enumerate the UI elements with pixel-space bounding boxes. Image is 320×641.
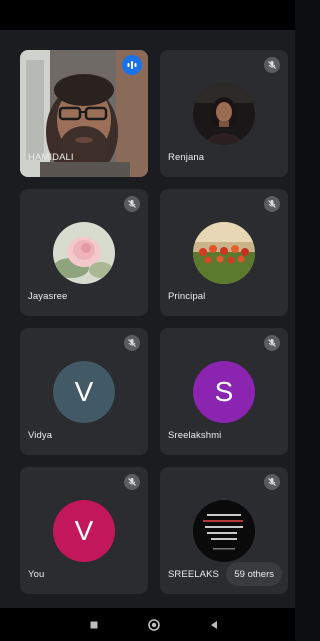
circle-icon[interactable] [145,616,163,634]
mic-off-icon [264,335,280,351]
participant-tile-hamidali[interactable]: HAMIDALI [20,50,148,177]
participant-name: Vidya [28,430,53,441]
mic-off-icon [124,335,140,351]
participant-name: Sreelakshmi [168,430,222,441]
participant-grid: HAMIDALI Renjana Jayasree Principal V Vi… [20,50,288,596]
status-bar [0,0,295,30]
avatar-letter: V [53,361,115,423]
triangle-back-icon[interactable] [205,616,223,634]
participant-name: HAMIDALI [28,152,74,163]
participant-tile-vidya[interactable]: V Vidya [20,328,148,455]
avatar-letter: V [53,500,115,562]
participant-tile-sreelaks[interactable]: SREELAKS 59 others [160,467,288,594]
participant-name: Renjana [168,152,205,163]
mic-off-icon [124,474,140,490]
participant-name: Principal [168,291,206,302]
mic-off-icon [264,196,280,212]
participant-tile-jayasree[interactable]: Jayasree [20,189,148,316]
avatar-letter: S [193,361,255,423]
participant-tile-sreelakshmi[interactable]: S Sreelakshmi [160,328,288,455]
participant-name: Jayasree [28,291,68,302]
others-count-badge[interactable]: 59 others [226,562,282,586]
participant-tile-renjana[interactable]: Renjana [160,50,288,177]
mic-off-icon [264,474,280,490]
participant-name: You [28,569,45,580]
audio-level-icon [122,55,142,75]
square-icon[interactable] [85,616,103,634]
participant-tile-principal[interactable]: Principal [160,189,288,316]
participant-name: SREELAKS [168,569,219,580]
participant-tile-you[interactable]: V You [20,467,148,594]
avatar [193,500,255,562]
mic-off-icon [264,57,280,73]
avatar [53,222,115,284]
avatar [193,83,255,145]
avatar [193,222,255,284]
system-navigation-bar [0,608,295,641]
mic-off-icon [124,196,140,212]
